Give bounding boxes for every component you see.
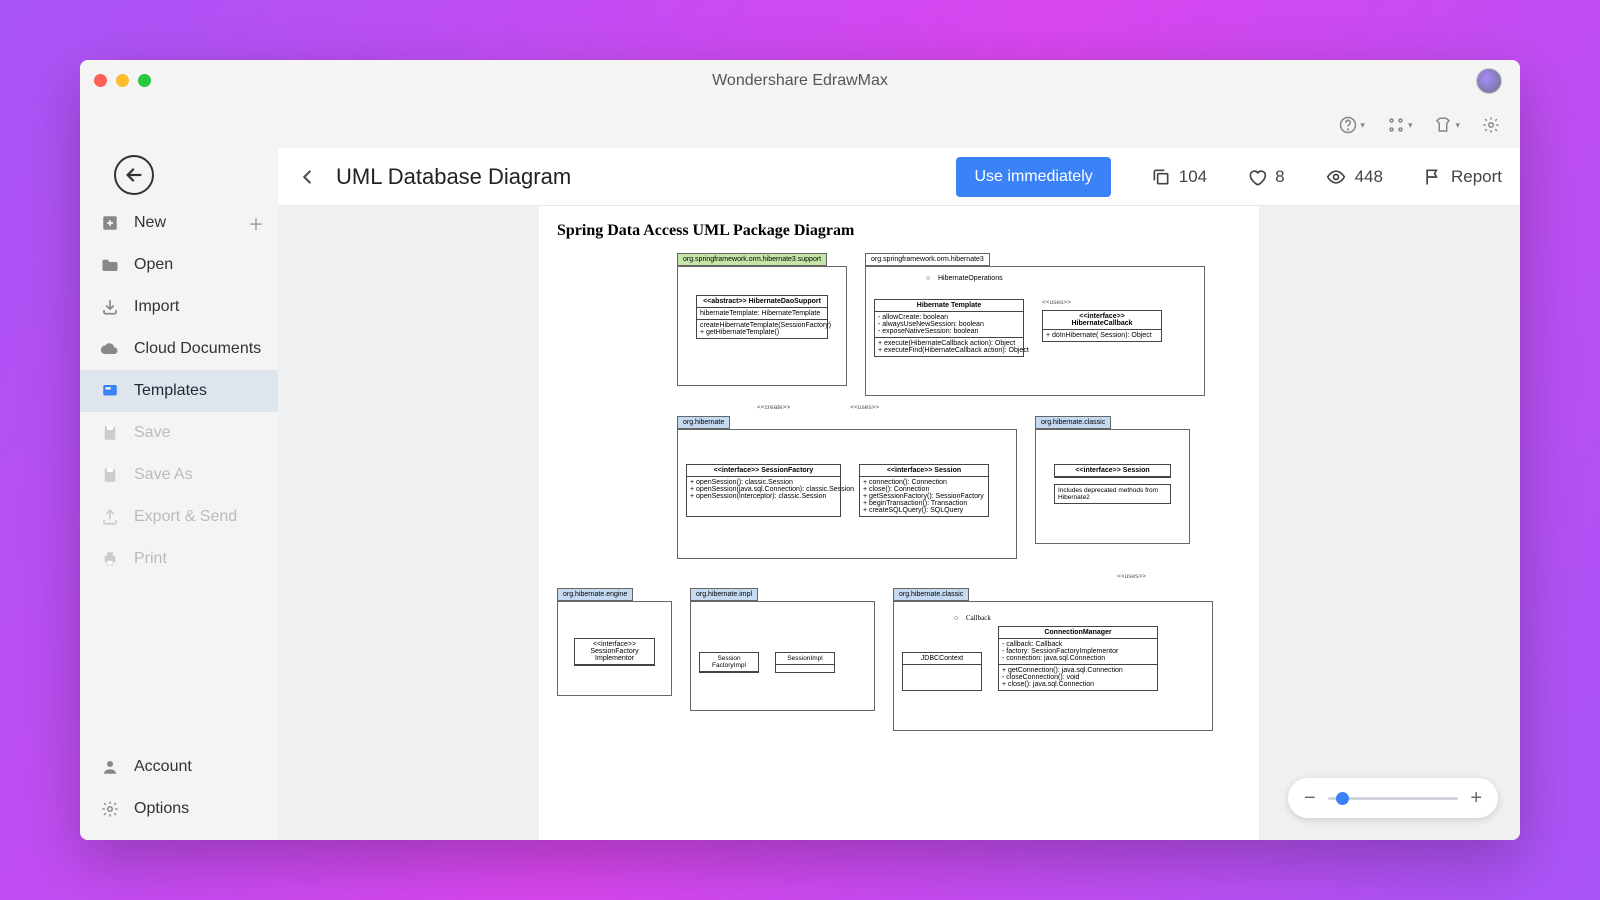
folder-icon [100, 255, 120, 275]
main-panel: UML Database Diagram Use immediately 104… [278, 148, 1520, 840]
package-tab: org.springframework.orm.hibernate3 [865, 253, 990, 266]
zoom-in-button[interactable]: + [1470, 787, 1482, 810]
sidebar-label: Open [134, 256, 173, 274]
template-header: UML Database Diagram Use immediately 104… [278, 148, 1520, 206]
sidebar-item-save-as: Save As [80, 454, 278, 496]
sidebar-item-options[interactable]: Options [80, 788, 278, 830]
export-icon [100, 507, 120, 527]
sidebar: New ＋ Open Import Cloud Documents [80, 148, 278, 840]
stat-likes[interactable]: 8 [1247, 167, 1284, 187]
add-icon[interactable]: ＋ [248, 211, 264, 235]
titlebar: Wondershare EdrawMax [80, 60, 1520, 102]
sidebar-item-open[interactable]: Open [80, 244, 278, 286]
sidebar-item-import[interactable]: Import [80, 286, 278, 328]
sidebar-label: Import [134, 298, 179, 316]
page-title: UML Database Diagram [336, 164, 571, 190]
diagram-title: Spring Data Access UML Package Diagram [557, 222, 1241, 240]
templates-icon [100, 381, 120, 401]
avatar[interactable] [1476, 68, 1502, 94]
back-button[interactable] [114, 155, 154, 195]
sidebar-item-new[interactable]: New ＋ [80, 202, 278, 244]
sidebar-label: Export & Send [134, 508, 237, 526]
maximize-window-button[interactable] [138, 74, 151, 87]
package-tab: org.hibernate.engine [557, 588, 633, 601]
package-tab: org.hibernate.impl [690, 588, 758, 601]
package-tab: org.hibernate.classic [893, 588, 969, 601]
app-title: Wondershare EdrawMax [712, 72, 888, 90]
gear-icon[interactable] [1482, 116, 1500, 134]
sidebar-label: Templates [134, 382, 207, 400]
package-tab: org.hibernate.classic [1035, 416, 1111, 429]
account-icon [100, 757, 120, 777]
sidebar-item-templates[interactable]: Templates [80, 370, 278, 412]
grid-icon[interactable]: ▾ [1387, 116, 1413, 134]
sidebar-item-cloud[interactable]: Cloud Documents [80, 328, 278, 370]
sidebar-label: Account [134, 758, 192, 776]
sidebar-item-save: Save [80, 412, 278, 454]
diagram-paper: Spring Data Access UML Package Diagram o… [539, 206, 1259, 840]
sidebar-label: Options [134, 800, 189, 818]
sidebar-label: Print [134, 550, 167, 568]
cloud-icon [100, 339, 120, 359]
zoom-control[interactable]: − + [1288, 778, 1498, 818]
sidebar-item-export: Export & Send [80, 496, 278, 538]
close-window-button[interactable] [94, 74, 107, 87]
save-as-icon [100, 465, 120, 485]
sidebar-label: New [134, 214, 166, 232]
stat-views[interactable]: 448 [1325, 167, 1383, 187]
sidebar-label: Save [134, 424, 170, 442]
package-tab: org.hibernate [677, 416, 730, 429]
zoom-slider[interactable] [1328, 797, 1459, 800]
print-icon [100, 549, 120, 569]
zoom-out-button[interactable]: − [1304, 787, 1316, 810]
stat-copies[interactable]: 104 [1151, 167, 1207, 187]
sidebar-item-print: Print [80, 538, 278, 580]
sidebar-label: Cloud Documents [134, 340, 261, 358]
help-icon[interactable]: ▾ [1339, 116, 1365, 134]
app-window: Wondershare EdrawMax ▾ ▾ ▾ [80, 60, 1520, 840]
gear-icon [100, 799, 120, 819]
shirt-icon[interactable]: ▾ [1434, 116, 1460, 134]
minimize-window-button[interactable] [116, 74, 129, 87]
plus-square-icon [100, 213, 120, 233]
save-icon [100, 423, 120, 443]
top-toolbar: ▾ ▾ ▾ [80, 102, 1520, 148]
package-tab: org.springframework.orm.hibernate3.suppo… [677, 253, 827, 266]
use-immediately-button[interactable]: Use immediately [956, 157, 1110, 197]
sidebar-item-account[interactable]: Account [80, 746, 278, 788]
sidebar-label: Save As [134, 466, 193, 484]
import-icon [100, 297, 120, 317]
header-back-button[interactable] [296, 166, 318, 188]
report-button[interactable]: Report [1423, 167, 1502, 187]
canvas-area: Spring Data Access UML Package Diagram o… [278, 206, 1520, 840]
window-controls [94, 74, 151, 87]
